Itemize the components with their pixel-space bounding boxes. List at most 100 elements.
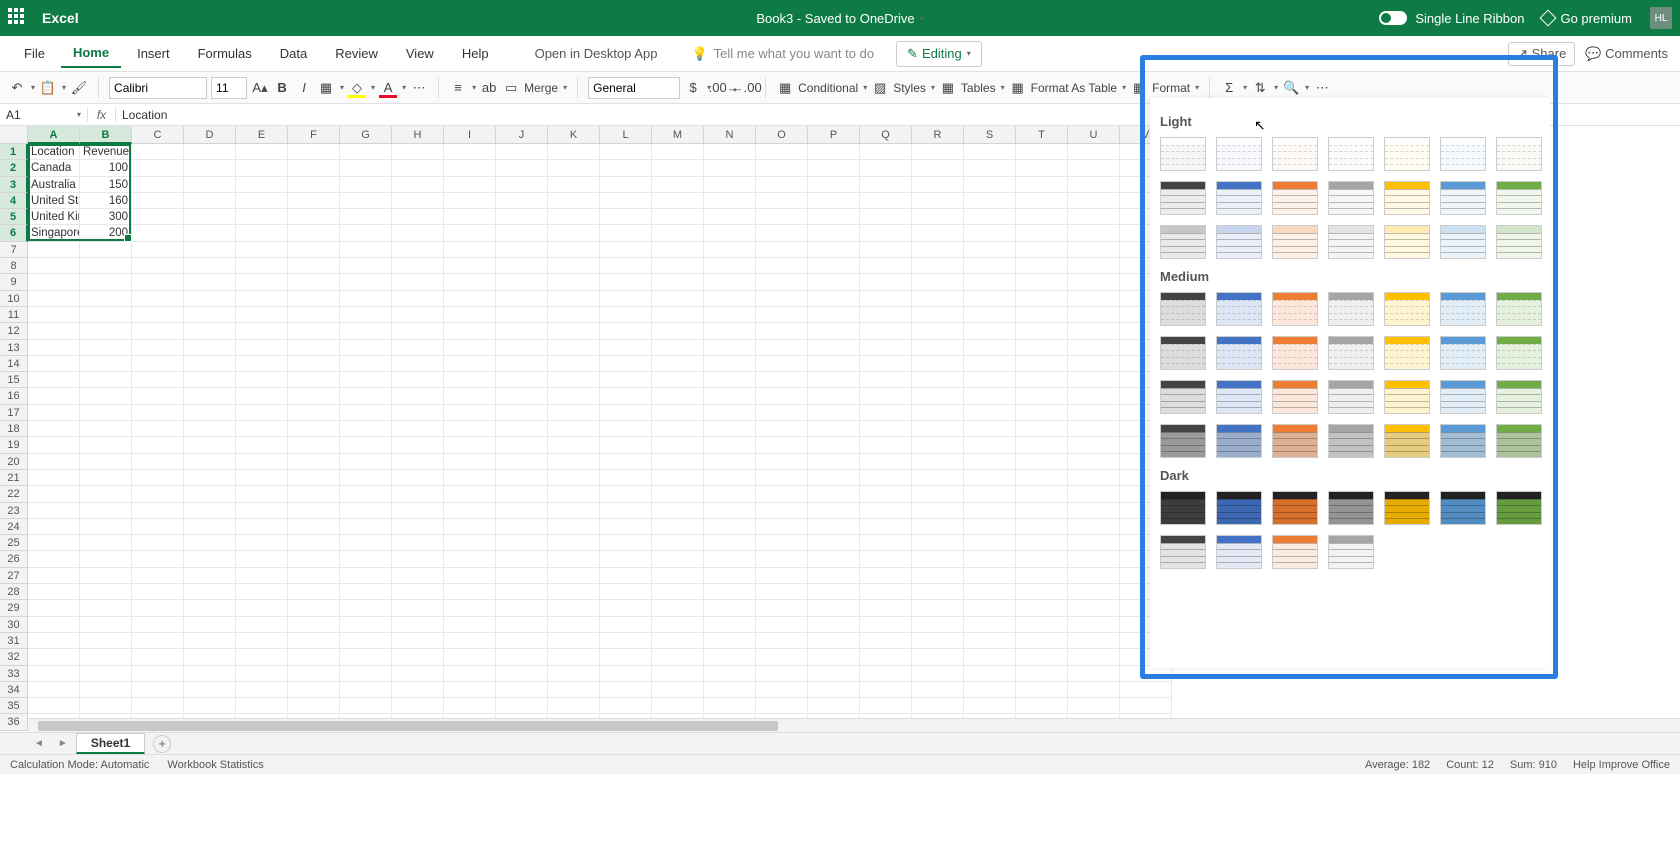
cell[interactable]	[496, 551, 548, 567]
column-header[interactable]: U	[1068, 126, 1120, 144]
cell[interactable]	[80, 340, 132, 356]
cell[interactable]	[964, 388, 1016, 404]
cell[interactable]	[444, 617, 496, 633]
cell[interactable]	[184, 649, 236, 665]
cell[interactable]	[444, 600, 496, 616]
cell[interactable]	[912, 503, 964, 519]
cell[interactable]	[1016, 682, 1068, 698]
cell[interactable]	[340, 617, 392, 633]
cell[interactable]	[1016, 242, 1068, 258]
cell[interactable]	[340, 633, 392, 649]
cell[interactable]	[236, 470, 288, 486]
cell[interactable]	[1068, 274, 1120, 290]
editing-mode-dropdown[interactable]: ✎ Editing ▾	[896, 41, 982, 67]
cell[interactable]	[548, 372, 600, 388]
tab-file[interactable]: File	[12, 40, 57, 67]
row-header[interactable]: 12	[0, 323, 28, 339]
table-style-swatch[interactable]	[1440, 336, 1486, 370]
cell[interactable]	[548, 177, 600, 193]
cell[interactable]	[652, 242, 704, 258]
cell[interactable]	[1068, 160, 1120, 176]
column-header[interactable]: P	[808, 126, 860, 144]
cell[interactable]	[600, 144, 652, 160]
cell[interactable]	[860, 160, 912, 176]
cell[interactable]	[912, 274, 964, 290]
cell[interactable]	[808, 274, 860, 290]
cell[interactable]	[1068, 242, 1120, 258]
cell[interactable]	[28, 633, 80, 649]
cell[interactable]	[808, 437, 860, 453]
cell[interactable]	[184, 242, 236, 258]
cell[interactable]	[184, 600, 236, 616]
more-commands-button[interactable]: ⋯	[1313, 79, 1331, 97]
cell[interactable]	[392, 666, 444, 682]
cell[interactable]	[756, 405, 808, 421]
cell[interactable]	[548, 421, 600, 437]
cell[interactable]	[80, 470, 132, 486]
cell[interactable]	[1016, 209, 1068, 225]
cell[interactable]	[548, 682, 600, 698]
cell[interactable]	[704, 470, 756, 486]
cell[interactable]	[236, 454, 288, 470]
cell[interactable]	[964, 372, 1016, 388]
cell[interactable]: United Kin	[28, 209, 80, 225]
row-header[interactable]: 15	[0, 372, 28, 388]
cell[interactable]	[444, 666, 496, 682]
table-style-swatch[interactable]	[1496, 491, 1542, 525]
currency-button[interactable]: $	[684, 79, 702, 97]
cell[interactable]	[652, 405, 704, 421]
row-header[interactable]: 21	[0, 470, 28, 486]
cell[interactable]	[496, 258, 548, 274]
cell[interactable]: Revenue	[80, 144, 132, 160]
cell[interactable]	[704, 486, 756, 502]
cell[interactable]	[808, 160, 860, 176]
cell[interactable]	[704, 437, 756, 453]
cell[interactable]	[80, 503, 132, 519]
column-header[interactable]: A	[28, 126, 80, 144]
cell[interactable]	[288, 388, 340, 404]
cell[interactable]	[184, 323, 236, 339]
cell[interactable]	[496, 437, 548, 453]
cell[interactable]	[184, 340, 236, 356]
cell[interactable]	[496, 421, 548, 437]
format-painter-button[interactable]: 🖌	[70, 79, 88, 97]
cell[interactable]	[288, 633, 340, 649]
cell[interactable]	[496, 307, 548, 323]
cell[interactable]	[496, 584, 548, 600]
cell[interactable]	[340, 698, 392, 714]
cell[interactable]	[652, 225, 704, 241]
cell[interactable]	[600, 193, 652, 209]
cell[interactable]	[1016, 258, 1068, 274]
cell[interactable]	[600, 503, 652, 519]
table-style-swatch[interactable]	[1216, 181, 1262, 215]
cell[interactable]	[444, 258, 496, 274]
cell[interactable]	[340, 291, 392, 307]
cell[interactable]	[288, 258, 340, 274]
cell[interactable]	[860, 600, 912, 616]
cell[interactable]	[548, 307, 600, 323]
cell[interactable]	[756, 340, 808, 356]
cell[interactable]	[184, 160, 236, 176]
cell[interactable]	[444, 160, 496, 176]
cell[interactable]	[1068, 519, 1120, 535]
cell[interactable]	[964, 568, 1016, 584]
cell[interactable]	[444, 568, 496, 584]
cell[interactable]	[964, 160, 1016, 176]
format-as-table-button[interactable]: Format As Table	[1031, 81, 1117, 95]
cell[interactable]	[652, 584, 704, 600]
row-header[interactable]: 5	[0, 209, 28, 225]
table-style-swatch[interactable]	[1216, 336, 1262, 370]
app-launcher-icon[interactable]	[8, 8, 28, 28]
cell[interactable]	[1068, 209, 1120, 225]
cell[interactable]	[132, 307, 184, 323]
cell[interactable]	[288, 551, 340, 567]
table-style-swatch[interactable]	[1496, 292, 1542, 326]
cell[interactable]	[80, 633, 132, 649]
cell[interactable]	[548, 633, 600, 649]
cell[interactable]	[1068, 454, 1120, 470]
cell[interactable]	[652, 388, 704, 404]
cell[interactable]	[1068, 193, 1120, 209]
column-header[interactable]: C	[132, 126, 184, 144]
cell[interactable]	[808, 698, 860, 714]
cell[interactable]	[808, 600, 860, 616]
